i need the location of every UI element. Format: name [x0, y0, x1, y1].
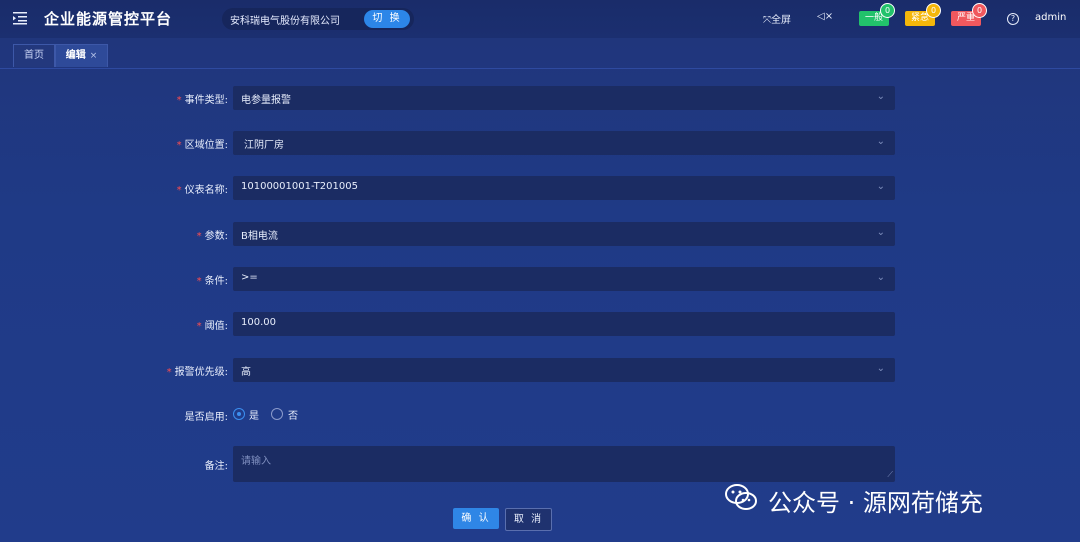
alert-normal-count: 0 — [880, 3, 895, 18]
tab-home[interactable]: 首页 — [13, 44, 55, 67]
param-label: * 参数: — [196, 231, 228, 242]
required-mark: * — [176, 140, 182, 151]
priority-row: * 报警优先级: 高 ⌄ — [0, 358, 1080, 382]
event-type-row: * 事件类型: 电参量报警 ⌄ — [0, 86, 1080, 110]
area-row: * 区域位置: 江阴厂房 ⌄ — [0, 131, 1080, 155]
area-select[interactable]: 江阴厂房 ⌄ — [233, 131, 895, 155]
alert-urgent-count: 0 — [926, 3, 941, 18]
condition-row: * 条件: >= ⌄ — [0, 267, 1080, 291]
enabled-label: 是否启用: — [184, 412, 228, 423]
help-icon[interactable]: ? — [1007, 13, 1019, 25]
resize-handle-icon[interactable]: ⟋ — [887, 470, 893, 480]
chevron-down-icon: ⌄ — [876, 272, 885, 283]
radio-no[interactable] — [271, 408, 283, 420]
param-row: * 参数: B相电流 ⌄ — [0, 222, 1080, 246]
remark-textarea[interactable]: 请输入 ⟋ — [233, 446, 895, 482]
threshold-row: * 阈值: 100.00 — [0, 312, 1080, 336]
mute-icon[interactable]: ◁× — [817, 11, 833, 22]
fullscreen-icon: ⤧ — [763, 15, 771, 26]
alert-urgent-button[interactable]: 紧急 0 — [905, 3, 941, 26]
close-icon[interactable]: × — [90, 51, 98, 61]
chevron-down-icon: ⌄ — [876, 363, 885, 374]
condition-select[interactable]: >= ⌄ — [233, 267, 895, 291]
cancel-button[interactable]: 取 消 — [505, 508, 552, 531]
chevron-down-icon: ⌄ — [876, 91, 885, 102]
event-type-label: * 事件类型: — [176, 95, 228, 106]
threshold-input[interactable]: 100.00 — [233, 312, 895, 336]
chevron-down-icon: ⌄ — [876, 136, 885, 147]
chevron-down-icon: ⌄ — [876, 227, 885, 238]
remark-label: 备注: — [204, 461, 228, 472]
required-mark: * — [196, 231, 202, 242]
watermark-text: 公众号 · 源网荷储充 — [768, 489, 983, 517]
tab-bar: 首页 编辑 × — [0, 38, 1080, 69]
wechat-icon — [725, 484, 757, 510]
alert-severe-button[interactable]: 严重 0 — [951, 3, 987, 26]
radio-no-label[interactable]: 否 — [288, 407, 298, 422]
top-bar: 企业能源管控平台 安科瑞电气股份有限公司 切 换 ⤧全屏 ◁× 一般 0 紧急 … — [0, 0, 1080, 38]
meter-row: * 仪表名称: 10100001001-T201005 ⌄ — [0, 176, 1080, 200]
meter-select[interactable]: 10100001001-T201005 ⌄ — [233, 176, 895, 200]
alert-severe-count: 0 — [972, 3, 987, 18]
enabled-row: 是否启用: — [0, 403, 1080, 427]
chevron-down-icon: ⌄ — [876, 181, 885, 192]
event-type-select[interactable]: 电参量报警 ⌄ — [233, 86, 895, 110]
fullscreen-label: 全屏 — [771, 15, 791, 26]
company-selector: 安科瑞电气股份有限公司 切 换 — [222, 8, 414, 30]
required-mark: * — [176, 185, 182, 196]
param-select[interactable]: B相电流 ⌄ — [233, 222, 895, 246]
company-name: 安科瑞电气股份有限公司 — [230, 16, 340, 27]
tab-home-label: 首页 — [24, 50, 44, 61]
param-value: B相电流 — [241, 231, 278, 242]
area-value: 江阴厂房 — [244, 140, 284, 151]
tab-edit[interactable]: 编辑 × — [55, 44, 108, 67]
app-title: 企业能源管控平台 — [44, 10, 173, 28]
required-mark: * — [166, 367, 172, 378]
required-mark: * — [196, 321, 202, 332]
radio-yes[interactable] — [233, 408, 245, 420]
condition-value: >= — [241, 272, 258, 283]
confirm-button[interactable]: 确 认 — [453, 508, 499, 529]
event-type-value: 电参量报警 — [241, 95, 291, 106]
tab-edit-label: 编辑 — [65, 50, 86, 61]
condition-label: * 条件: — [196, 276, 228, 287]
priority-value: 高 — [241, 367, 251, 378]
fullscreen-button[interactable]: ⤧全屏 — [763, 11, 791, 26]
user-name[interactable]: admin — [1035, 12, 1066, 23]
priority-label: * 报警优先级: — [166, 367, 228, 378]
alert-normal-button[interactable]: 一般 0 — [859, 3, 895, 26]
priority-select[interactable]: 高 ⌄ — [233, 358, 895, 382]
switch-company-button[interactable]: 切 换 — [364, 10, 410, 28]
meter-value: 10100001001-T201005 — [241, 181, 358, 192]
radio-yes-label[interactable]: 是 — [249, 407, 259, 422]
threshold-label: * 阈值: — [196, 321, 228, 332]
required-mark: * — [196, 276, 202, 287]
threshold-value: 100.00 — [241, 317, 276, 328]
remark-placeholder: 请输入 — [241, 456, 271, 467]
menu-fold-icon[interactable] — [12, 10, 28, 26]
area-label: * 区域位置: — [176, 140, 228, 151]
meter-label: * 仪表名称: — [176, 185, 228, 196]
required-mark: * — [176, 95, 182, 106]
